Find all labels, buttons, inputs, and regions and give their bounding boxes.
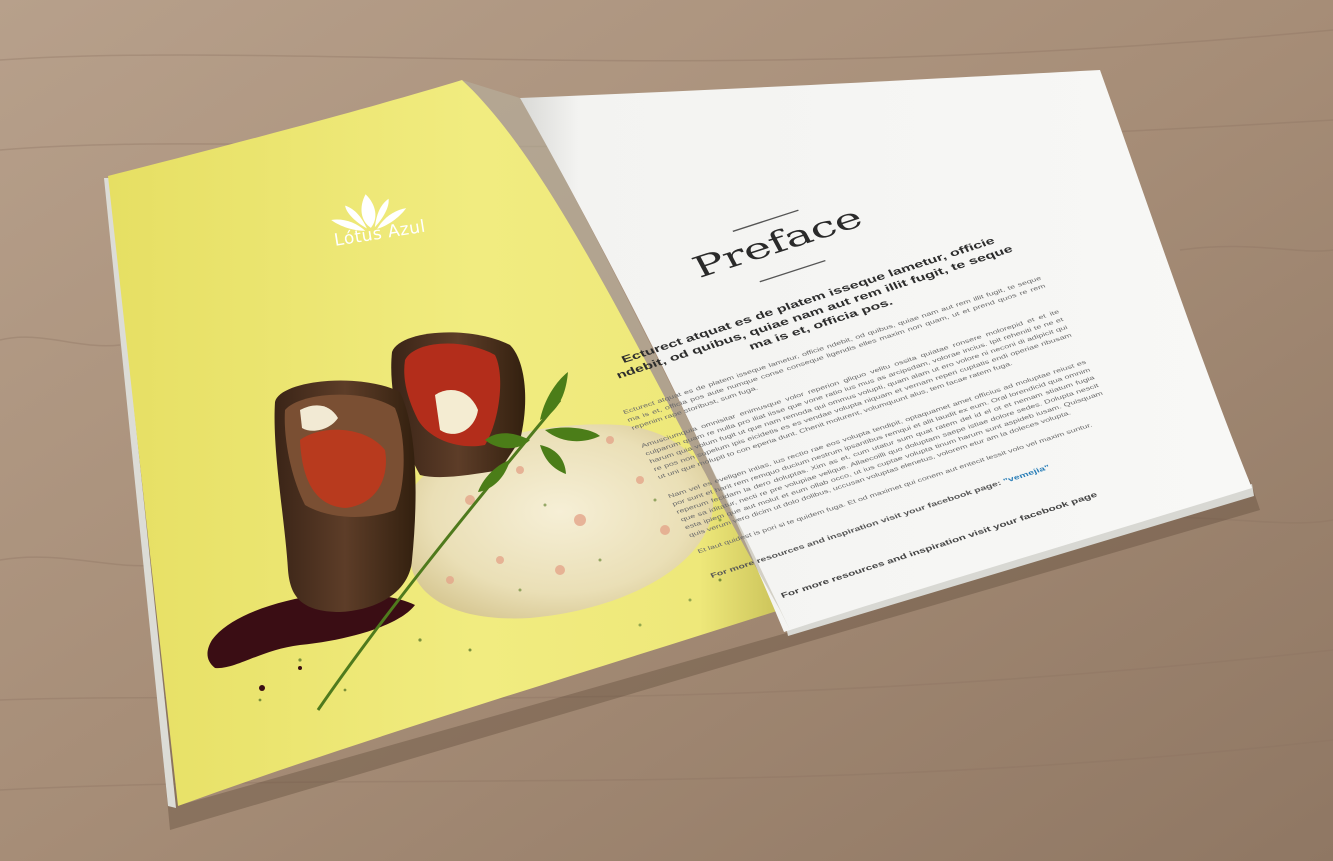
title-rule-bottom	[759, 259, 826, 283]
facebook-handle-link[interactable]: "vemejia"	[1002, 464, 1051, 485]
